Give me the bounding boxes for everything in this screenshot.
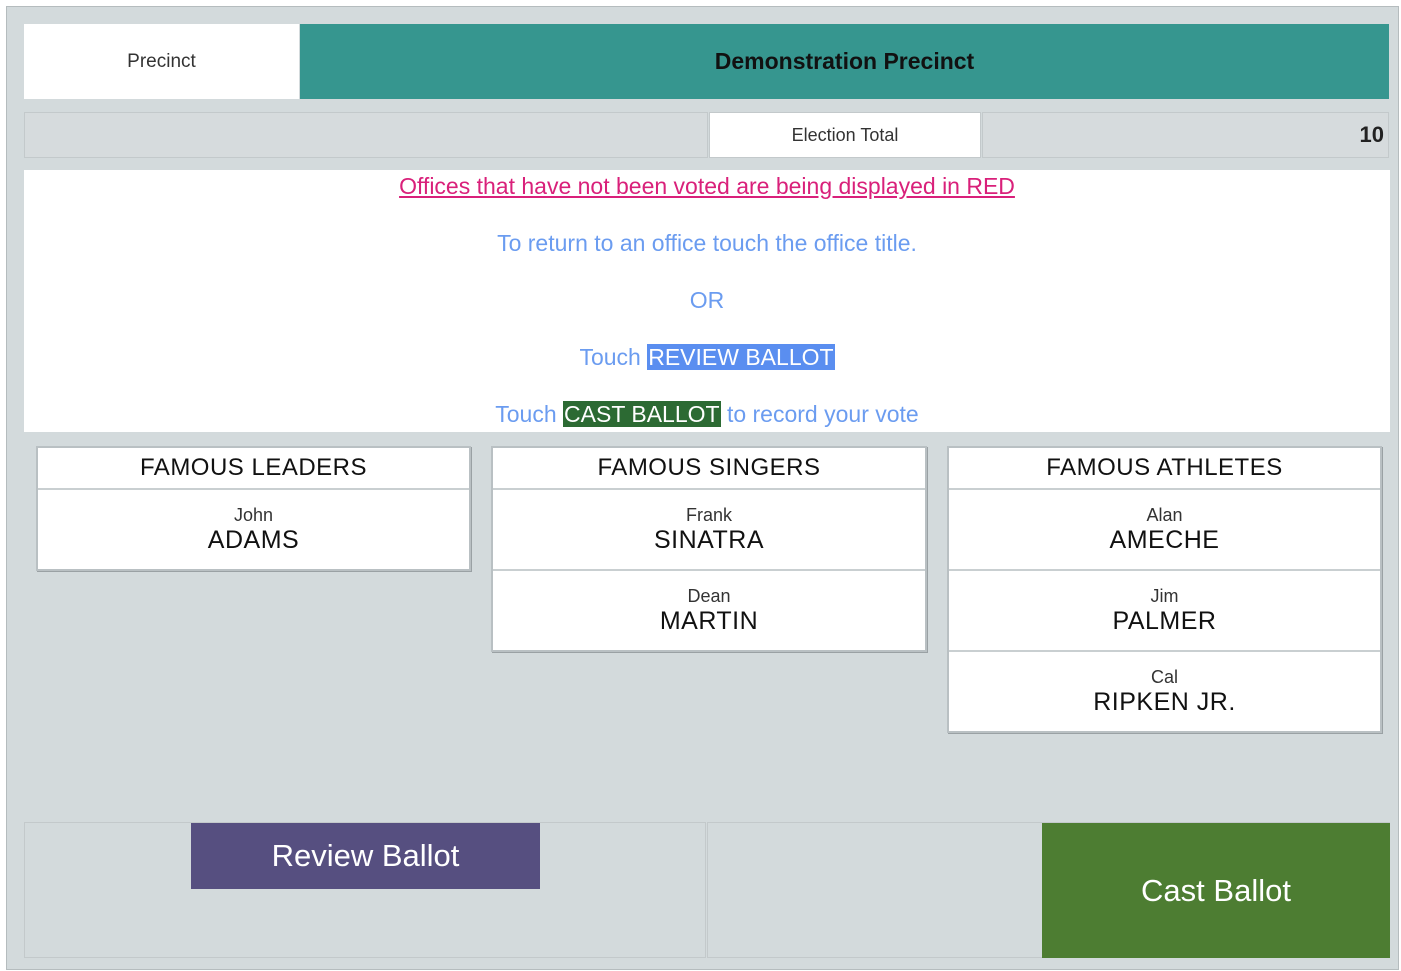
- candidate-first-name: Frank: [685, 504, 732, 525]
- candidate-entry[interactable]: Jim PALMER: [949, 571, 1380, 652]
- cast-instruction: Touch CAST BALLOT to record your vote: [24, 401, 1390, 428]
- contest-title[interactable]: FAMOUS LEADERS: [38, 448, 469, 490]
- cast-ballot-button[interactable]: Cast Ballot: [1042, 823, 1390, 958]
- touch-prefix: Touch: [495, 401, 557, 427]
- candidate-entry[interactable]: Alan AMECHE: [949, 490, 1380, 571]
- candidate-entry[interactable]: Cal RIPKEN JR.: [949, 652, 1380, 731]
- or-text: OR: [689, 287, 725, 313]
- contest-famous-singers: FAMOUS SINGERS Frank SINATRA Dean MARTIN: [491, 446, 927, 652]
- candidate-last-name: ADAMS: [207, 525, 300, 554]
- cast-ballot-highlight: CAST BALLOT: [563, 401, 721, 427]
- review-ballot-button[interactable]: Review Ballot: [191, 823, 540, 889]
- contest-famous-leaders: FAMOUS LEADERS John ADAMS: [36, 446, 471, 571]
- unvoted-warning: Offices that have not been voted are bei…: [24, 173, 1390, 200]
- election-total-spacer: [24, 112, 708, 158]
- cast-suffix: to record your vote: [726, 401, 919, 427]
- return-hint: To return to an office touch the office …: [497, 230, 917, 256]
- candidate-first-name: Jim: [1150, 585, 1179, 606]
- candidate-last-name: AMECHE: [1109, 525, 1220, 554]
- candidate-entry[interactable]: Frank SINATRA: [493, 490, 925, 571]
- candidate-last-name: MARTIN: [659, 606, 759, 635]
- candidate-entry[interactable]: Dean MARTIN: [493, 571, 925, 650]
- election-total-value: 10: [982, 112, 1389, 158]
- precinct-name: Demonstration Precinct: [300, 24, 1389, 99]
- candidate-last-name: RIPKEN JR.: [1093, 687, 1236, 716]
- review-instruction: Touch REVIEW BALLOT: [24, 344, 1390, 371]
- candidate-first-name: Cal: [1150, 666, 1178, 687]
- contest-title[interactable]: FAMOUS ATHLETES: [949, 448, 1380, 490]
- candidate-last-name: SINATRA: [654, 525, 764, 554]
- candidate-first-name: Dean: [687, 585, 731, 606]
- election-total-label: Election Total: [709, 112, 981, 158]
- contest-famous-athletes: FAMOUS ATHLETES Alan AMECHE Jim PALMER C…: [947, 446, 1382, 733]
- precinct-label: Precinct: [24, 24, 299, 99]
- instructions-panel: Offices that have not been voted are bei…: [24, 170, 1390, 432]
- candidate-entry[interactable]: John ADAMS: [38, 490, 469, 569]
- contest-title[interactable]: FAMOUS SINGERS: [493, 448, 925, 490]
- candidate-first-name: John: [233, 504, 274, 525]
- touch-prefix: Touch: [579, 344, 641, 370]
- review-ballot-highlight: REVIEW BALLOT: [647, 344, 835, 370]
- candidate-first-name: Alan: [1146, 504, 1183, 525]
- candidate-last-name: PALMER: [1112, 606, 1217, 635]
- unvoted-warning-text: Offices that have not been voted are bei…: [399, 173, 1015, 199]
